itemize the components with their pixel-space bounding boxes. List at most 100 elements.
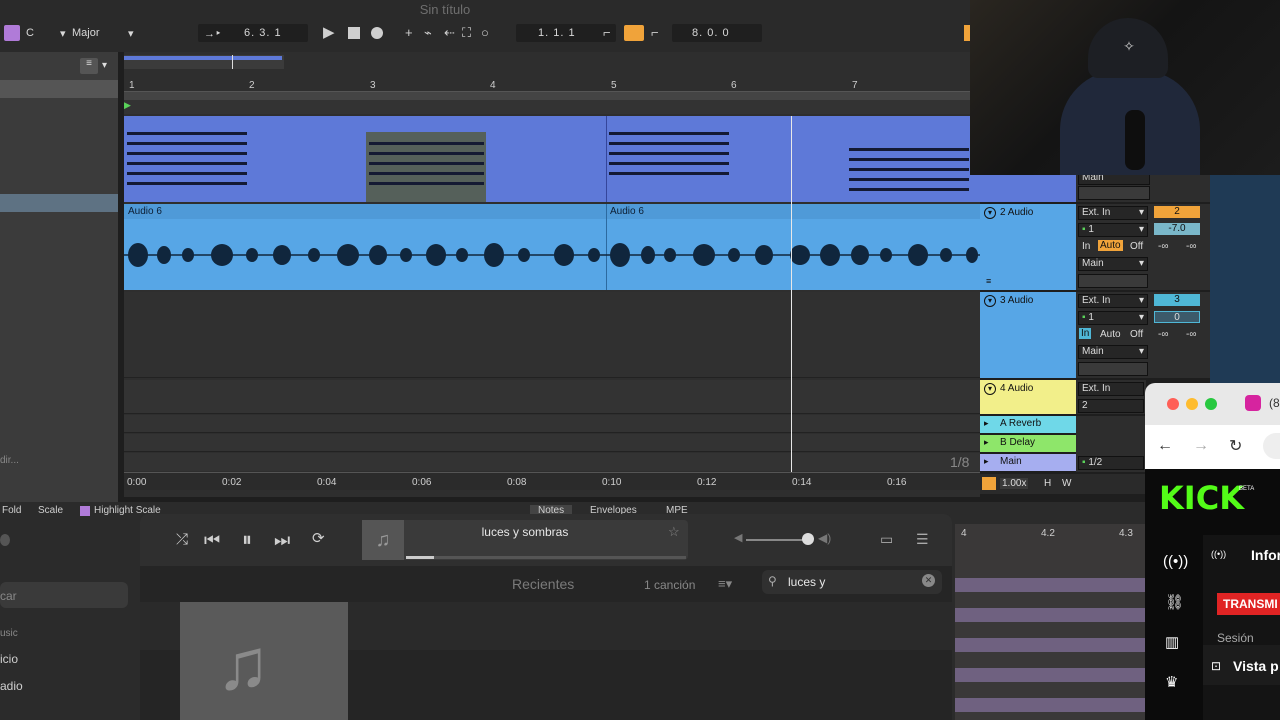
monitor-off[interactable]: Off [1130, 241, 1143, 252]
music-search-field[interactable]: car [0, 582, 128, 608]
menu-icon[interactable]: ≡ [80, 58, 98, 74]
queue-icon[interactable]: ☰ [916, 532, 929, 546]
follow-icon[interactable] [982, 477, 996, 490]
output-channel[interactable] [1078, 186, 1150, 200]
piano-roll[interactable]: 4 4.2 4.3 [955, 524, 1145, 720]
track-header-3[interactable]: ▾ 3 Audio [980, 292, 1076, 378]
beat-ruler[interactable]: 1 2 3 4 5 6 7 [124, 76, 980, 92]
album-artwork[interactable]: ♫ [180, 602, 348, 720]
volume-knob[interactable] [802, 533, 814, 545]
output-select[interactable]: Main ▾ [1078, 345, 1148, 359]
broadcast-icon[interactable]: ((•)) [1163, 553, 1188, 570]
send-a[interactable]: -∞ [1158, 329, 1168, 340]
next-icon[interactable]: ⏭ [274, 531, 290, 549]
return-track-a[interactable]: ▸ A Reverb [980, 416, 1076, 433]
pause-icon[interactable]: ⏸ [242, 530, 252, 550]
input-channel-select[interactable]: ▪ 1 ▾ [1078, 311, 1148, 325]
now-playing[interactable]: ♫ luces y sombras ☆ [362, 520, 688, 560]
input-type-select[interactable]: Ext. In ▾ [1078, 206, 1148, 220]
return-track-b[interactable]: ▸ B Delay [980, 435, 1076, 452]
track-header-2[interactable]: ▾ 2 Audio ≡ [980, 204, 1076, 290]
arrangement-view[interactable]: 1 2 3 4 5 6 7 ▶ Audio 6 Audio 6 1/8 0:00… [124, 52, 980, 497]
search-field[interactable]: ⚲ luces y ✕ [762, 570, 942, 594]
sidebar-item-home[interactable]: icio [0, 652, 18, 666]
monitor-auto[interactable]: Auto [1098, 240, 1123, 251]
track-lane-3[interactable] [124, 292, 980, 378]
record-icon[interactable] [371, 27, 383, 39]
track-activator[interactable]: 3 [1154, 294, 1200, 306]
volume-field[interactable]: -7.0 [1154, 223, 1200, 235]
preview-row[interactable]: ⊡ Vista p [1203, 645, 1280, 685]
w-button[interactable]: W [1062, 478, 1071, 489]
sidebar-item-radio[interactable]: adio [0, 679, 23, 693]
monitor-off[interactable]: Off [1130, 329, 1143, 340]
clear-icon[interactable]: ✕ [922, 574, 935, 587]
main-output-select[interactable]: ▪ 1/2 [1078, 456, 1144, 470]
send-a[interactable]: -∞ [1158, 241, 1168, 252]
repeat-icon[interactable]: ⟳ [312, 531, 325, 546]
key-root-select[interactable]: C [26, 27, 34, 39]
maximize-icon[interactable] [1205, 398, 1217, 410]
chevron-down-icon[interactable]: ▾ [102, 60, 107, 71]
automation-arm-icon[interactable]: ⌁ [424, 26, 432, 39]
input-channel-select[interactable]: 2 [1078, 399, 1144, 413]
scale-chevron-icon[interactable]: ▾ [128, 27, 134, 40]
output-channel[interactable] [1078, 362, 1148, 376]
window-dot[interactable] [0, 534, 10, 546]
lyrics-icon[interactable]: ▭ [880, 532, 893, 546]
instagram-icon[interactable] [1245, 395, 1261, 411]
scale-select-icon[interactable]: ▾ [60, 27, 66, 40]
track-activator[interactable]: 2 [1154, 206, 1200, 218]
h-button[interactable]: H [1044, 478, 1051, 489]
stop-icon[interactable] [348, 27, 360, 39]
send-b[interactable]: -∞ [1186, 241, 1196, 252]
audio-clip-lane[interactable]: Audio 6 Audio 6 [124, 204, 980, 290]
link-icon[interactable]: ⛓ [1165, 593, 1184, 611]
monitor-in[interactable]: In [1079, 328, 1092, 339]
minimize-icon[interactable] [1186, 398, 1198, 410]
send-b[interactable]: -∞ [1186, 329, 1196, 340]
playhead[interactable] [791, 116, 792, 472]
return-lane-a[interactable] [124, 415, 980, 433]
capture-icon[interactable]: ⛶ [462, 26, 471, 39]
close-icon[interactable] [1167, 398, 1179, 410]
overdub-icon[interactable]: + [405, 26, 413, 39]
main-track[interactable]: ▸ Main [980, 454, 1076, 471]
volume-field[interactable]: 0 [1154, 311, 1200, 323]
track-header-1[interactable] [980, 175, 1076, 202]
punch-in-icon[interactable]: ⌐ [603, 26, 611, 39]
output-select[interactable]: Main ▾ [1078, 257, 1148, 271]
selected-browser-item[interactable] [0, 194, 118, 212]
fold-button[interactable]: Fold [2, 505, 21, 516]
address-bar[interactable] [1263, 433, 1280, 459]
track-lane-4[interactable] [124, 380, 980, 414]
arrangement-position[interactable]: →‣ 6. 3. 1 [198, 24, 308, 42]
chart-icon[interactable]: ▥ [1165, 633, 1179, 651]
shuffle-icon[interactable]: ⤮ [176, 532, 188, 547]
track-header-4[interactable]: ▾ 4 Audio [980, 380, 1076, 414]
input-type-select[interactable]: Ext. In ▾ [1078, 294, 1148, 308]
reenable-automation-icon[interactable]: ⇠ [444, 26, 455, 39]
main-lane[interactable] [124, 453, 980, 471]
output-channel[interactable] [1078, 274, 1148, 288]
input-channel-select[interactable]: ▪ 1 ▾ [1078, 223, 1148, 237]
previous-icon[interactable]: ⏮ [204, 531, 220, 549]
scale-button[interactable]: Scale [38, 505, 63, 516]
midi-clip-lane[interactable] [124, 116, 980, 202]
loop-length[interactable]: 8. 0. 0 [672, 24, 762, 42]
scale-mode-icon[interactable] [4, 25, 20, 41]
kick-logo[interactable]: KICK [1159, 479, 1244, 517]
sort-icon[interactable]: ≡▾ [718, 576, 732, 592]
forward-icon[interactable]: → [1193, 437, 1209, 455]
time-ruler[interactable]: 0:00 0:02 0:04 0:06 0:08 0:10 0:12 0:14 … [124, 472, 980, 490]
return-lane-b[interactable] [124, 434, 980, 452]
back-icon[interactable]: ← [1157, 437, 1173, 455]
trophy-icon[interactable]: ♛ [1165, 673, 1178, 691]
locators-lane[interactable]: ▶ [124, 100, 980, 114]
loop-start[interactable]: 1. 1. 1 [516, 24, 616, 42]
star-icon[interactable]: ☆ [668, 524, 680, 540]
input-type-select[interactable]: Ext. In [1078, 382, 1144, 396]
session-record-icon[interactable]: ○ [481, 26, 489, 39]
reload-icon[interactable]: ↻ [1229, 436, 1242, 456]
monitor-auto[interactable]: Auto [1100, 329, 1121, 340]
